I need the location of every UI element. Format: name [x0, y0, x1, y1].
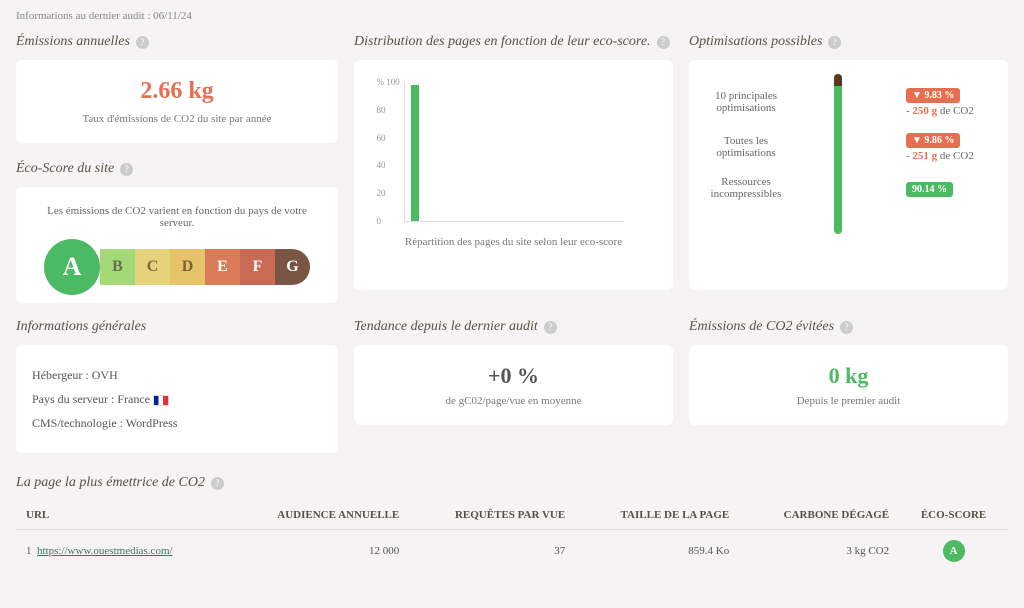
help-icon[interactable]: ?	[136, 36, 149, 49]
opt-delta-1: - 250 g de CO2	[906, 105, 996, 117]
optimisations-title: Optimisations possibles ?	[689, 34, 1008, 50]
pages-table: URL AUDIENCE ANNUELLE REQUÊTES PAR VUE T…	[16, 501, 1008, 572]
emissions-value: 2.66 kg	[32, 78, 322, 105]
opt-label-1: 10 principales optimisations	[701, 90, 791, 114]
distribution-title: Distribution des pages en fonction de le…	[354, 34, 673, 50]
ecoscore-grades: A B C D E F G	[32, 249, 322, 285]
opt-pct-1: ▼ 9.83 %	[906, 88, 960, 103]
help-icon[interactable]: ?	[840, 321, 853, 334]
optimisations-card: 10 principales optimisations ▼ 9.83 % - …	[689, 60, 1008, 290]
opt-label-3: Ressources incompressibles	[701, 176, 791, 200]
grade-e: E	[205, 249, 240, 285]
avoided-sub: Depuis le premier audit	[705, 395, 992, 407]
page-url-link[interactable]: https://www.ouestmedias.com/	[37, 545, 173, 557]
ecoscore-title: Éco-Score du site ?	[16, 161, 338, 177]
th-score: ÉCO-SCORE	[899, 501, 1008, 530]
th-url: URL	[16, 501, 228, 530]
ecoscore-card: Les émissions de CO2 varient en fonction…	[16, 187, 338, 303]
info-title: Informations générales	[16, 319, 338, 335]
grade-c: C	[135, 249, 170, 285]
opt-label-2: Toutes les optimisations	[701, 135, 791, 159]
trend-title: Tendance depuis le dernier audit ?	[354, 319, 673, 335]
help-icon[interactable]: ?	[657, 36, 670, 49]
audit-info: Informations au dernier audit : 06/11/24	[16, 10, 1008, 22]
optimisation-bar-top	[834, 74, 842, 86]
cell-audience: 12 000	[228, 530, 409, 573]
cell-size: 859.4 Ko	[575, 530, 739, 573]
trend-card: +0 % de gC02/page/vue en moyenne	[354, 345, 673, 425]
distribution-card: % 100 80 60 40 20 0 Répartition des page…	[354, 60, 673, 290]
chart-ylabel: % 100	[377, 77, 400, 87]
help-icon[interactable]: ?	[211, 477, 224, 490]
chart-bar-a	[411, 85, 419, 221]
distribution-chart: % 100 80 60 40 20 0	[404, 82, 624, 222]
th-requests: REQUÊTES PAR VUE	[409, 501, 575, 530]
grade-g: G	[275, 249, 310, 285]
flag-france-icon	[153, 395, 169, 406]
th-audience: AUDIENCE ANNUELLE	[228, 501, 409, 530]
distribution-sub: Répartition des pages du site selon leur…	[405, 236, 622, 248]
help-icon[interactable]: ?	[120, 163, 133, 176]
row-score-badge: A	[943, 540, 965, 562]
optimisation-bar	[834, 74, 842, 234]
help-icon[interactable]: ?	[828, 36, 841, 49]
ecoscore-desc: Les émissions de CO2 varient en fonction…	[32, 205, 322, 229]
avoided-card: 0 kg Depuis le premier audit	[689, 345, 1008, 425]
avoided-title: Émissions de CO2 évitées ?	[689, 319, 1008, 335]
opt-pct-3: 90.14 %	[906, 182, 953, 197]
th-size: TAILLE DE LA PAGE	[575, 501, 739, 530]
grade-a: A	[44, 239, 100, 295]
opt-pct-2: ▼ 9.86 %	[906, 133, 960, 148]
grade-d: D	[170, 249, 205, 285]
info-host: Hébergeur : OVH	[32, 363, 322, 387]
info-country: Pays du serveur : France	[32, 387, 322, 411]
table-title: La page la plus émettrice de CO2 ?	[16, 475, 1008, 491]
th-carbon: CARBONE DÉGAGÉ	[739, 501, 899, 530]
info-cms: CMS/technologie : WordPress	[32, 411, 322, 435]
info-card: Hébergeur : OVH Pays du serveur : France…	[16, 345, 338, 453]
opt-delta-2: - 251 g de CO2	[906, 150, 996, 162]
trend-value: +0 %	[370, 363, 657, 389]
grade-f: F	[240, 249, 275, 285]
trend-sub: de gC02/page/vue en moyenne	[370, 395, 657, 407]
emissions-title: Émissions annuelles ?	[16, 34, 338, 50]
avoided-value: 0 kg	[705, 363, 992, 389]
help-icon[interactable]: ?	[544, 321, 557, 334]
table-row: 1 https://www.ouestmedias.com/ 12 000 37…	[16, 530, 1008, 573]
cell-requests: 37	[409, 530, 575, 573]
grade-b: B	[100, 249, 135, 285]
cell-carbon: 3 kg CO2	[739, 530, 899, 573]
emissions-card: 2.66 kg Taux d'émissions de CO2 du site …	[16, 60, 338, 143]
emissions-sub: Taux d'émissions de CO2 du site par anné…	[32, 113, 322, 125]
